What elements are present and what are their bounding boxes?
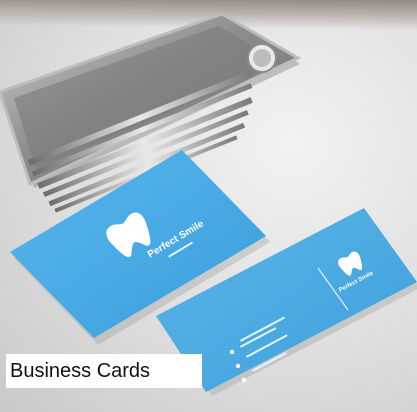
photo-scene: Perfect Smile Perfect Smile Business Car… (0, 0, 417, 412)
caption-label: Business Cards (6, 354, 202, 388)
scene-illustration: Perfect Smile Perfect Smile (0, 12, 417, 396)
dental-mirror (247, 43, 277, 73)
